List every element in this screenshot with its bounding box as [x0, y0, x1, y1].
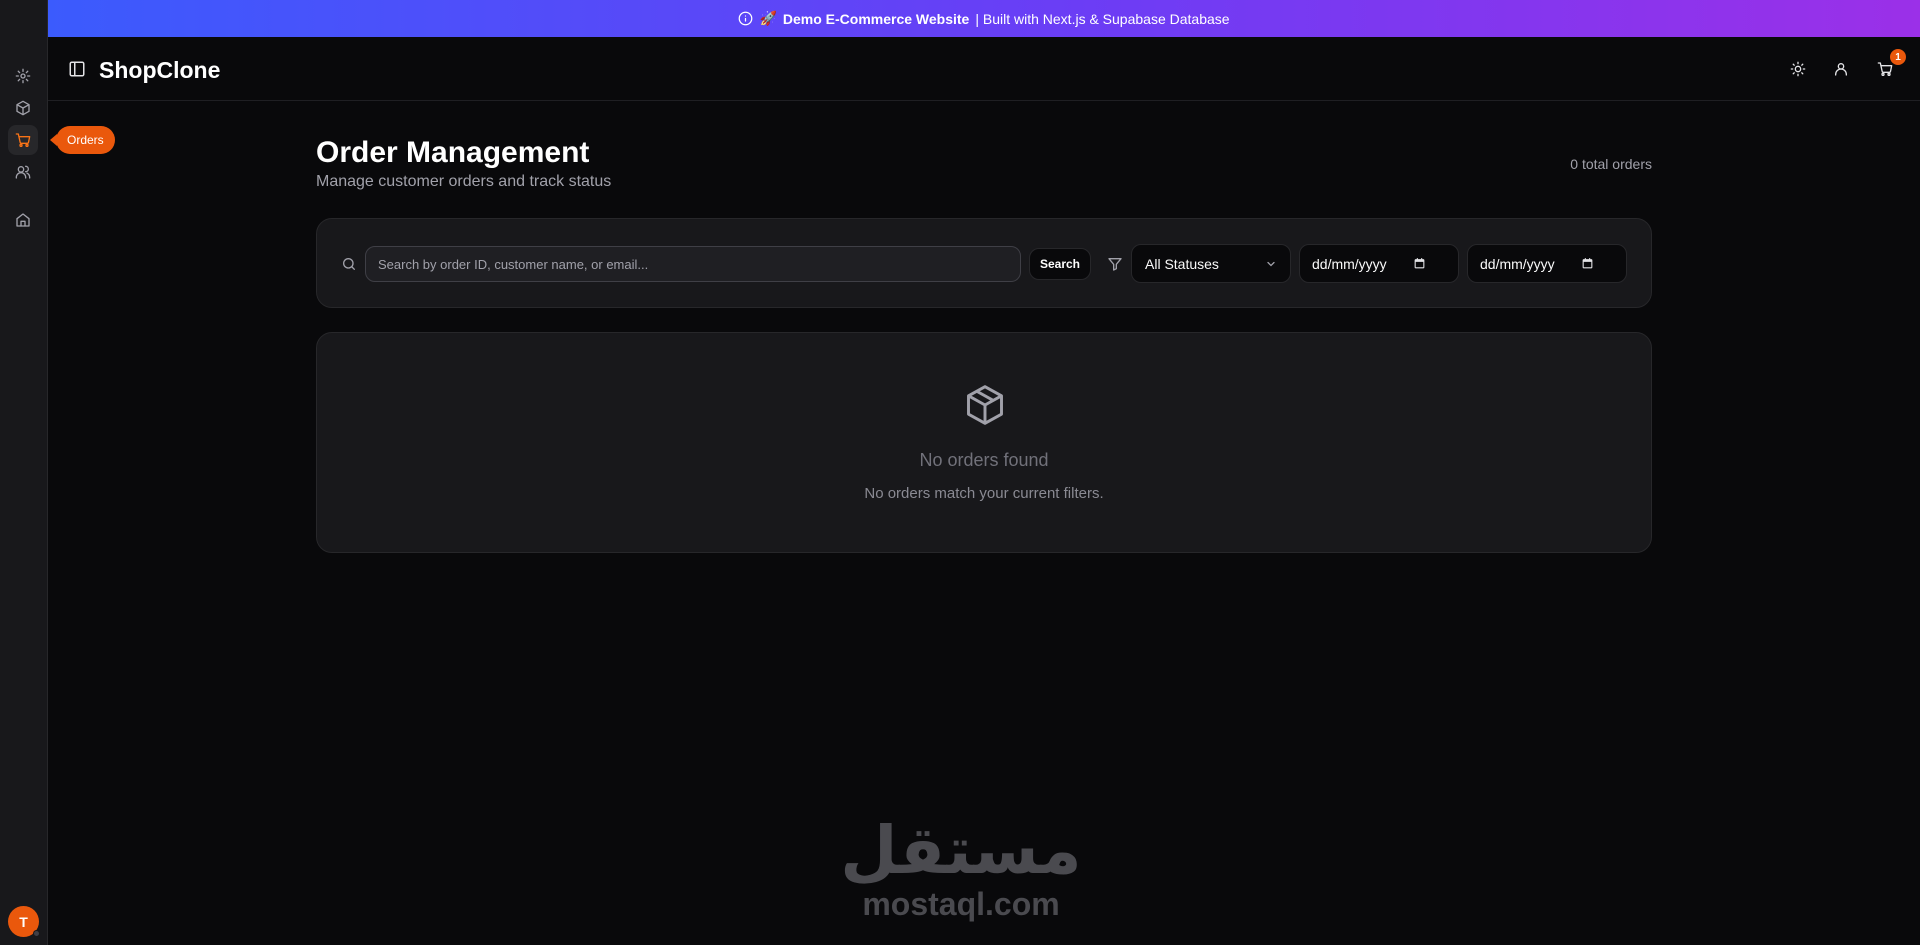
- calendar-icon[interactable]: [1581, 257, 1594, 270]
- home-icon: [16, 213, 30, 227]
- status-select-value: All Statuses: [1145, 255, 1219, 272]
- empty-state-card: No orders found No orders match your cur…: [316, 332, 1652, 553]
- date-to-input[interactable]: dd/mm/yyyy: [1467, 244, 1627, 283]
- date-from-input[interactable]: dd/mm/yyyy: [1299, 244, 1459, 283]
- filters-card: Search All Statuses dd/mm/yyyy dd/mm/yyy…: [316, 218, 1652, 308]
- page-subtitle: Manage customer orders and track status: [316, 173, 612, 190]
- calendar-icon[interactable]: [1413, 257, 1426, 270]
- status-select[interactable]: All Statuses: [1131, 244, 1291, 283]
- empty-state-title: No orders found: [919, 450, 1049, 470]
- products-nav-button[interactable]: [8, 93, 38, 123]
- search-button[interactable]: Search: [1029, 248, 1091, 280]
- account-button[interactable]: [1830, 58, 1852, 80]
- page-title: Order Management: [316, 136, 590, 169]
- orders-tooltip: Orders: [50, 126, 115, 154]
- top-header: ShopClone 1: [48, 37, 1920, 101]
- theme-toggle-button[interactable]: [1787, 58, 1809, 80]
- user-icon: [1835, 62, 1847, 76]
- home-nav-button[interactable]: [8, 205, 38, 235]
- user-avatar[interactable]: T: [8, 906, 40, 937]
- filter-icon: [1108, 258, 1122, 271]
- chevron-down-icon: [1267, 261, 1275, 266]
- watermark-arabic: مستقل: [840, 812, 1082, 889]
- search-input[interactable]: [365, 246, 1021, 282]
- package-icon: [967, 385, 1003, 425]
- settings-nav-button[interactable]: [8, 61, 38, 91]
- avatar-initial: T: [19, 913, 28, 930]
- gear-icon: [15, 68, 31, 84]
- empty-state-description: No orders match your current filters.: [864, 485, 1104, 502]
- logo[interactable]: ShopClone: [99, 57, 220, 84]
- orders-nav-button[interactable]: [8, 125, 38, 155]
- demo-banner: 🚀 Demo E-Commerce Website | Built with N…: [48, 0, 1920, 37]
- total-orders-count: 0 total orders: [1570, 156, 1652, 172]
- banner-tech: | Built with Next.js & Supabase Database: [975, 10, 1230, 27]
- sidebar-toggle-icon[interactable]: [68, 60, 86, 78]
- left-rail: T: [0, 0, 48, 945]
- avatar-status-dot: [33, 930, 40, 937]
- banner-title: Demo E-Commerce Website: [782, 10, 970, 27]
- rocket-emoji: 🚀: [759, 10, 777, 26]
- info-icon: [739, 11, 753, 26]
- cart-count-badge: 1: [1890, 49, 1906, 65]
- cart-icon: [15, 133, 31, 147]
- search-icon: [343, 258, 355, 270]
- date-to-placeholder: dd/mm/yyyy: [1480, 255, 1555, 272]
- cart-icon: [1877, 62, 1893, 76]
- users-icon: [15, 165, 31, 179]
- sun-icon: [1790, 61, 1806, 77]
- watermark-latin: mostaql.com: [862, 886, 1060, 922]
- date-from-placeholder: dd/mm/yyyy: [1312, 255, 1387, 272]
- cart-button[interactable]: 1: [1874, 49, 1906, 80]
- package-icon: [16, 100, 30, 116]
- users-nav-button[interactable]: [8, 157, 38, 187]
